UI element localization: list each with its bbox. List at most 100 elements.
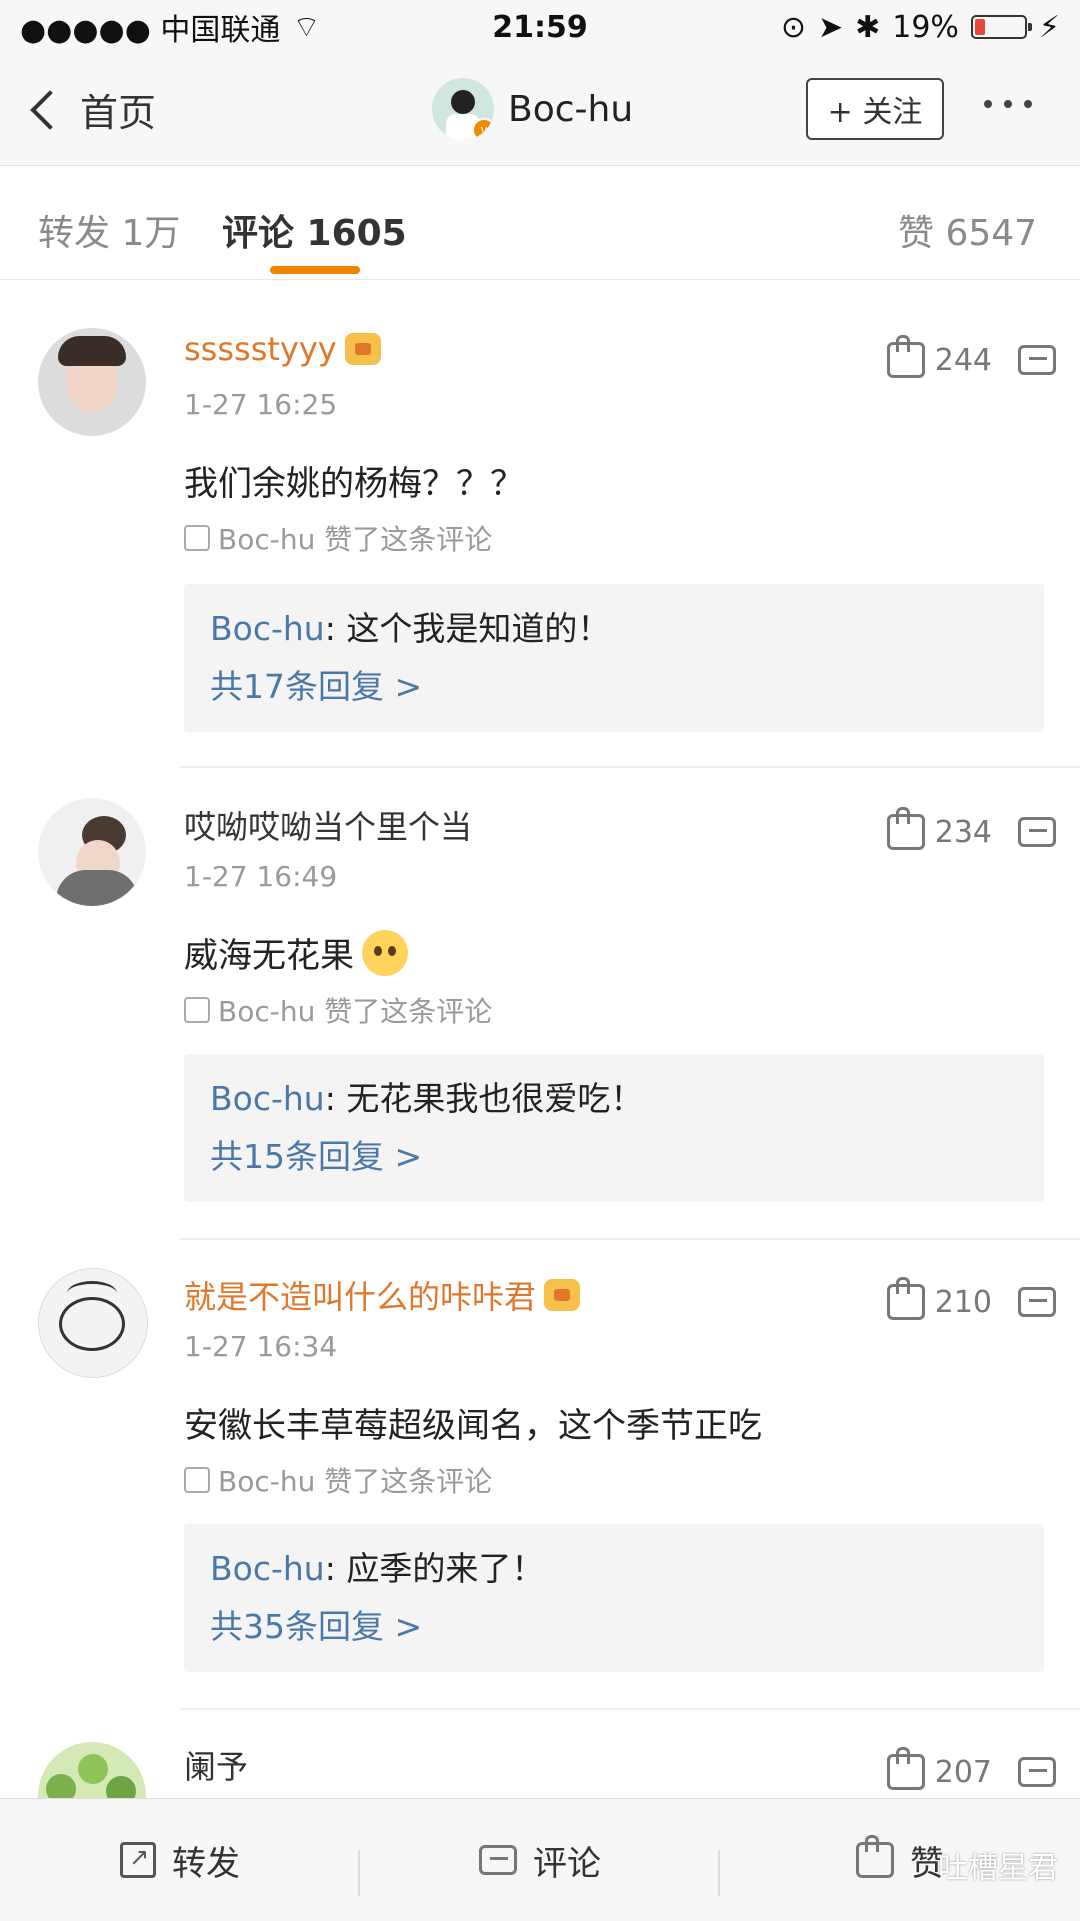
author-name: 阑予: [184, 1748, 249, 1786]
comment-actions: 234: [886, 807, 1056, 850]
thumb-up-icon: [886, 335, 925, 378]
comment-content: 我们余姚的杨梅？？？: [184, 464, 524, 504]
pleading-face-icon: [362, 929, 408, 976]
reply-line: Boc-hu: 无花果我也很爱吃！: [210, 1072, 1018, 1120]
liked-by: Boc-hu 赞了这条评论: [184, 990, 492, 1030]
reply-count-link[interactable]: 共17条回复 >: [210, 660, 1018, 708]
thumb-up-icon: [184, 1467, 210, 1493]
active-tab-indicator: [270, 266, 360, 274]
divider: [180, 766, 1080, 768]
like-button[interactable]: 207: [886, 1747, 992, 1790]
tab-bar: 转发 1万 评论 1605 赞 6547: [0, 166, 1080, 280]
comment-actions: 244: [886, 335, 1056, 378]
comment-content: 安徽长丰草莓超级闻名，这个季节正吃: [184, 1406, 762, 1446]
divider: [180, 1708, 1080, 1710]
battery-icon: [970, 15, 1032, 39]
user-avatar[interactable]: [38, 328, 146, 436]
charging-icon: ⚡: [1038, 9, 1060, 45]
follow-label: + 关注: [827, 95, 923, 130]
carrier-signal: ●●●●● 中国联通: [20, 13, 281, 48]
user-avatar[interactable]: [38, 1268, 148, 1378]
thumb-up-icon: [184, 997, 210, 1023]
crown-icon: [544, 1279, 581, 1311]
wifi-icon: ⌔: [292, 10, 321, 45]
reply-text: : 这个我是知道的！: [324, 609, 611, 648]
liked-by: Boc-hu 赞了这条评论: [184, 1460, 492, 1500]
dot-icon: [1004, 100, 1012, 108]
comment-reply-icon[interactable]: [1018, 817, 1056, 847]
follow-button[interactable]: + 关注: [806, 78, 944, 140]
liked-by-text: Boc-hu 赞了这条评论: [218, 995, 493, 1028]
thumb-up-icon: [184, 525, 210, 551]
thumb-up-icon: [886, 1277, 925, 1320]
liked-by: Boc-hu 赞了这条评论: [184, 518, 492, 558]
dot-icon: [1024, 100, 1032, 108]
reply-preview[interactable]: Boc-hu: 应季的来了！ 共35条回复 >: [184, 1524, 1044, 1672]
profile-name: Boc-hu: [508, 88, 634, 130]
reply-author[interactable]: Boc-hu: [210, 1549, 325, 1588]
forward-button[interactable]: 转发: [0, 1836, 360, 1896]
comment-label: 评论: [533, 1843, 601, 1884]
comment-time: 1-27 16:34: [184, 1330, 338, 1363]
crown-icon: [344, 333, 381, 365]
more-options-button[interactable]: [984, 100, 1032, 108]
like-button[interactable]: 210: [886, 1277, 992, 1320]
tab-forward[interactable]: 转发 1万: [38, 204, 180, 256]
comment-icon: [479, 1845, 517, 1875]
lock-rotation-icon: ⊙: [780, 9, 806, 45]
navigation-bar: 首页 v Boc-hu + 关注: [0, 54, 1080, 166]
watermark: 吐槽星君: [938, 1851, 1058, 1886]
reply-count-link[interactable]: 共35条回复 >: [210, 1600, 1018, 1648]
bottom-action-bar: 转发 评论 赞 吐槽星君: [0, 1798, 1080, 1921]
chevron-left-icon: [30, 89, 70, 130]
comment-content: 威海无花果: [184, 928, 408, 977]
tab-likes[interactable]: 赞 6547: [898, 204, 1037, 256]
author-name: 就是不造叫什么的咔咔君: [184, 1278, 537, 1316]
back-label: 首页: [80, 91, 157, 135]
comment-reply-icon[interactable]: [1018, 1287, 1056, 1317]
status-right: ⊙ ➤ ✱ 19% ⚡: [781, 10, 1060, 45]
liked-by-text: Boc-hu 赞了这条评论: [218, 523, 493, 556]
reply-count-link[interactable]: 共15条回复 >: [210, 1130, 1018, 1178]
reply-text: : 无花果我也很爱吃！: [324, 1079, 644, 1118]
status-left: ●●●●● 中国联通 ⌔: [20, 5, 321, 49]
comment-reply-icon[interactable]: [1018, 1757, 1056, 1787]
profile-title[interactable]: v Boc-hu: [432, 78, 633, 140]
like-count: 244: [934, 342, 992, 378]
like-button[interactable]: 244: [886, 335, 992, 378]
like-count: 234: [934, 814, 992, 850]
comment-author[interactable]: 阑予: [184, 1742, 248, 1788]
thumb-up-icon: [856, 1835, 894, 1878]
comment-author[interactable]: 哎呦哎呦当个里个当: [184, 802, 472, 848]
comment-author[interactable]: ssssstyyy: [184, 330, 381, 368]
reply-author[interactable]: Boc-hu: [210, 609, 325, 648]
comment-actions: 210: [886, 1277, 1056, 1320]
like-count: 207: [934, 1754, 992, 1790]
reply-author[interactable]: Boc-hu: [210, 1079, 325, 1118]
comment-time: 1-27 16:25: [184, 388, 338, 421]
verified-badge-icon: v: [472, 118, 494, 140]
tab-comments[interactable]: 评论 1605: [222, 204, 407, 256]
like-count: 210: [934, 1284, 992, 1320]
dot-icon: [984, 100, 992, 108]
comment-text: 威海无花果: [184, 936, 354, 976]
like-button[interactable]: 234: [886, 807, 992, 850]
user-avatar[interactable]: [38, 798, 146, 906]
forward-label: 转发: [172, 1843, 240, 1884]
thumb-up-icon: [886, 807, 925, 850]
comment-author[interactable]: 就是不造叫什么的咔咔君: [184, 1272, 581, 1318]
reply-preview[interactable]: Boc-hu: 这个我是知道的！ 共17条回复 >: [184, 584, 1044, 732]
reply-preview[interactable]: Boc-hu: 无花果我也很爱吃！ 共15条回复 >: [184, 1054, 1044, 1202]
back-button[interactable]: 首页: [28, 82, 156, 137]
comment-actions: 207: [886, 1747, 1056, 1790]
comment-time: 1-27 16:49: [184, 860, 338, 893]
profile-avatar[interactable]: v: [432, 78, 494, 140]
location-icon: ➤: [817, 9, 844, 45]
status-bar: ●●●●● 中国联通 ⌔ 21:59 ⊙ ➤ ✱ 19% ⚡: [0, 0, 1080, 54]
comment-reply-icon[interactable]: [1018, 345, 1056, 375]
share-icon: [120, 1842, 156, 1878]
author-name: 哎呦哎呦当个里个当: [184, 808, 473, 846]
comment-button[interactable]: 评论: [360, 1836, 720, 1896]
thumb-up-icon: [886, 1747, 925, 1790]
reply-line: Boc-hu: 这个我是知道的！: [210, 602, 1018, 650]
